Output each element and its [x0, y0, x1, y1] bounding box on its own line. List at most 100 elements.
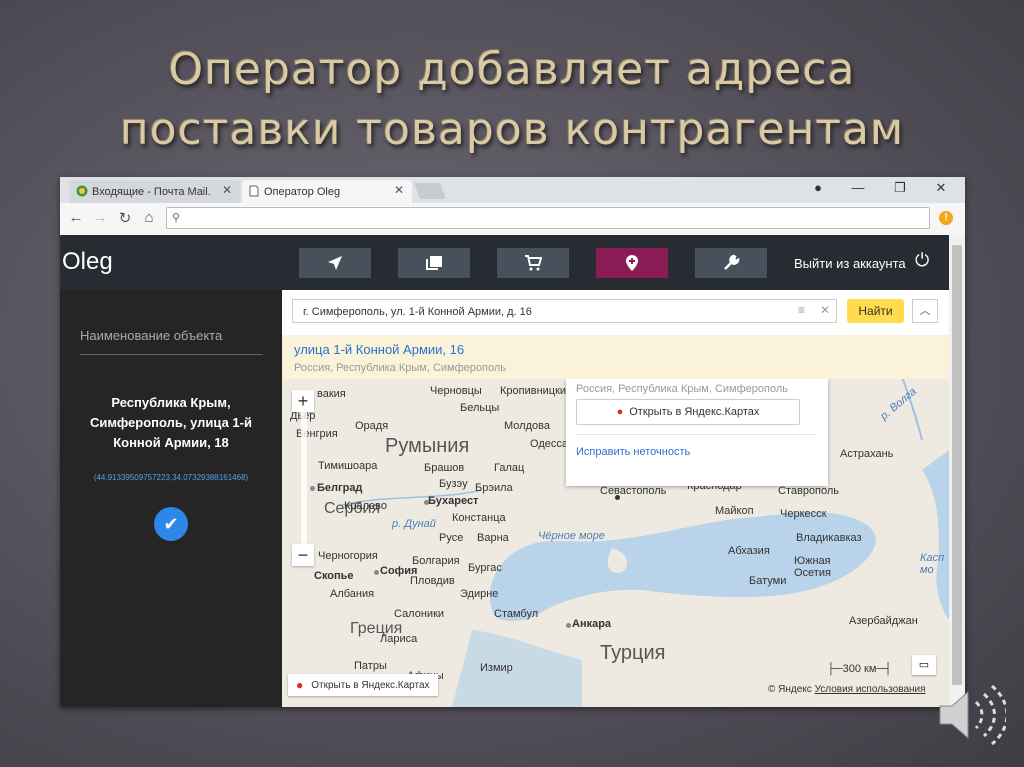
- map-marker: [615, 495, 620, 500]
- chevron-up-icon: ︿: [919, 305, 931, 317]
- map-label: Салоники: [394, 608, 445, 620]
- search-suggestion[interactable]: улица 1-й Конной Армии, 16 Россия, Респу…: [282, 335, 949, 379]
- ruler-icon: ▭: [918, 659, 930, 671]
- map-label: Бухарест: [428, 495, 479, 507]
- map-label: Брашов: [424, 462, 465, 474]
- tab-operator-label: Оператор Oleg: [264, 185, 341, 198]
- map-search-panel: ≡ ✕ Найти ︿: [282, 290, 949, 335]
- open-yandex-maps-button[interactable]: ● Открыть в Яндекс.Картах: [576, 399, 800, 425]
- object-name-label: Наименование объекта: [80, 328, 223, 343]
- terms-link[interactable]: Условия использования: [815, 684, 926, 695]
- map-label: Патры: [354, 660, 387, 672]
- speaker-icon[interactable]: [936, 680, 1006, 750]
- window-close-icon[interactable]: ✕: [928, 180, 954, 196]
- map-label: Чёрное море: [538, 530, 605, 542]
- close-icon[interactable]: ✕: [222, 183, 232, 197]
- minimize-icon[interactable]: —: [845, 180, 871, 195]
- map-label: Бельцы: [460, 402, 500, 414]
- selected-address: Республика Крым, Симферополь, улица 1-й …: [90, 395, 252, 450]
- address-bar: ← → ↻ ⌂ ⚲ !: [60, 203, 965, 236]
- nav-button-catalog[interactable]: [398, 248, 470, 278]
- sidebar: Наименование объекта Республика Крым, Си…: [60, 290, 282, 707]
- map-search-input[interactable]: [301, 303, 785, 321]
- location-pin-icon: ●: [296, 678, 304, 692]
- confirm-button[interactable]: ✔: [154, 507, 188, 541]
- find-button[interactable]: Найти: [847, 299, 904, 323]
- zoom-slider[interactable]: [301, 411, 307, 551]
- back-icon[interactable]: ←: [66, 209, 86, 226]
- nav-button-cart[interactable]: [497, 248, 569, 278]
- home-icon[interactable]: ⌂: [139, 209, 159, 226]
- scale-bar: ├─300 км─┤: [827, 663, 892, 675]
- browser-window: Входящие - Почта Mail. ✕ Оператор Oleg ✕…: [60, 177, 965, 707]
- map[interactable]: Румыния Сербия Греция Турция Чёрное море…: [282, 290, 949, 707]
- map-label: Абхазия: [728, 545, 770, 557]
- tab-operator[interactable]: Оператор Oleg ✕: [242, 180, 412, 203]
- page-icon: [249, 185, 259, 197]
- map-label: Владикавказ: [796, 532, 862, 544]
- map-label: Тимишоара: [318, 460, 378, 472]
- tab-mail[interactable]: Входящие - Почта Mail. ✕: [70, 180, 240, 203]
- warning-icon[interactable]: !: [939, 211, 953, 225]
- fix-inaccuracy-link[interactable]: Исправить неточность: [576, 446, 690, 458]
- url-input[interactable]: [187, 210, 891, 228]
- power-icon[interactable]: ⏻: [915, 250, 929, 271]
- maximize-icon[interactable]: ❐: [887, 180, 913, 196]
- open-in-yandex-maps-label: Открыть в Яндекс.Картах: [311, 679, 430, 691]
- map-dot: [424, 500, 429, 505]
- close-icon[interactable]: ✕: [394, 183, 404, 197]
- omnibox[interactable]: ⚲: [166, 207, 930, 229]
- ruler-button[interactable]: ▭: [912, 655, 936, 675]
- search-icon: ⚲: [172, 212, 181, 224]
- map-label: Ставрополь: [778, 485, 840, 497]
- slide-title-line-2: поставки товаров контрагентам: [119, 104, 905, 155]
- nav-button-settings[interactable]: [695, 248, 767, 278]
- navigation-arrow-icon: [328, 256, 342, 270]
- coordinates-text: (44.91339509757223,34.07329388161468): [93, 473, 249, 482]
- map-label: Анкара: [572, 618, 612, 630]
- map-label: Кралево: [344, 500, 388, 512]
- map-label: Черногория: [318, 550, 378, 562]
- map-label: Одесса: [530, 438, 568, 450]
- zoom-in-button[interactable]: +: [292, 390, 314, 412]
- open-yandex-maps-label: Открыть в Яндекс.Картах: [629, 406, 760, 418]
- map-search-box[interactable]: ≡ ✕: [292, 299, 837, 323]
- divider: [576, 434, 816, 435]
- nav-button-navigation[interactable]: [299, 248, 371, 278]
- location-pin-icon: ●: [616, 406, 624, 418]
- open-in-yandex-maps-button[interactable]: ● Открыть в Яндекс.Картах: [288, 674, 438, 696]
- map-label: Кропивницкий: [500, 385, 573, 397]
- profile-icon[interactable]: ●: [805, 180, 831, 195]
- map-label: Болгария: [412, 555, 460, 567]
- map-label: Касп мо: [920, 552, 945, 576]
- scrollbar-thumb[interactable]: [952, 245, 962, 685]
- reload-icon[interactable]: ↻: [115, 209, 135, 227]
- map-label: Орадя: [355, 420, 389, 432]
- scrollbar[interactable]: [949, 235, 965, 707]
- new-tab-button[interactable]: [414, 183, 446, 199]
- forward-icon[interactable]: →: [90, 209, 110, 226]
- map-label: Азербайджан: [849, 615, 918, 627]
- map-label: Белград: [317, 482, 363, 494]
- logout-link[interactable]: Выйти из аккаунта: [794, 256, 906, 271]
- slide-title: Оператор добавляет адреса поставки товар…: [0, 40, 1024, 160]
- app-logo: Oleg: [62, 248, 113, 275]
- map-label: Русе: [439, 532, 464, 544]
- list-icon[interactable]: ≡: [798, 303, 805, 317]
- map-dot: [374, 570, 379, 575]
- collapse-button[interactable]: ︿: [912, 299, 938, 323]
- map-label: Констанца: [452, 512, 506, 524]
- map-label: р. Дунай: [392, 518, 436, 530]
- map-dot: [566, 623, 571, 628]
- map-label: Турция: [600, 642, 666, 664]
- slide-title-line-1: Оператор добавляет адреса: [168, 44, 856, 95]
- zoom-out-button[interactable]: −: [292, 544, 314, 566]
- map-label: Румыния: [385, 435, 470, 457]
- tab-mail-label: Входящие - Почта Mail.: [92, 185, 211, 198]
- cart-icon: [525, 255, 542, 271]
- nav-button-addresses[interactable]: [596, 248, 668, 278]
- clear-icon[interactable]: ✕: [820, 303, 830, 317]
- catalog-icon: [426, 256, 442, 270]
- map-label: Стамбул: [494, 608, 539, 620]
- app-header: Oleg Выйти из аккаунта ⏻: [60, 235, 957, 290]
